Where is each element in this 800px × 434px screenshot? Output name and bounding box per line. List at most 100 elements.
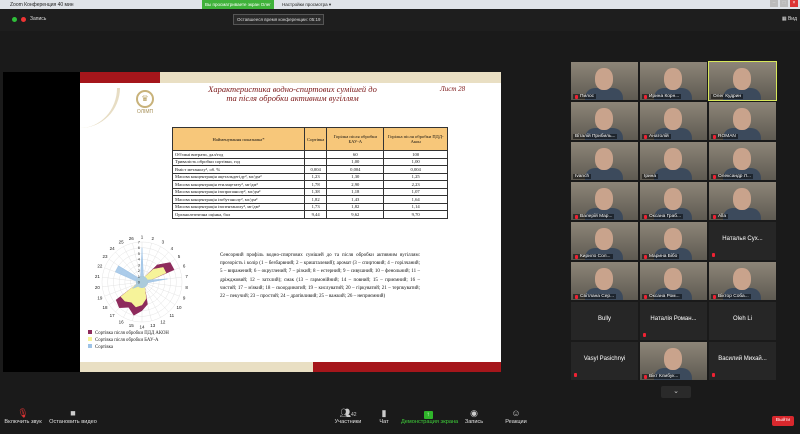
participant-name: Bully <box>597 316 611 322</box>
participant-tile[interactable]: Vasyl Pasichnyi <box>571 342 638 380</box>
participant-tile[interactable]: Ірина <box>640 142 707 180</box>
participant-tile[interactable]: Валерій Мар... <box>571 182 638 220</box>
muted-mic-icon <box>713 174 716 179</box>
minimize-button[interactable]: – <box>770 0 778 7</box>
maximize-button[interactable]: □ <box>780 0 788 7</box>
table-row: Масова концентрація ацетальдегіду², мг/д… <box>172 172 448 181</box>
time-remaining: Оставшееся время конференции: 05:19 <box>233 14 325 25</box>
table-row: Органолептична оцінка, бал 9,44 9,62 9,70 <box>172 210 448 219</box>
participant-tile[interactable]: Василий Михай... <box>709 342 776 380</box>
radar-axis-label: 15 <box>129 323 135 328</box>
participant-name: Ирина Корн... <box>649 94 680 99</box>
participant-name: Василий Михай... <box>718 356 767 362</box>
table-cell: 1,07 <box>383 187 448 196</box>
slide-title: Характеристика водно-спиртових сумішей д… <box>190 85 395 103</box>
participant-tile[interactable]: Анатолій <box>640 102 707 140</box>
muted-mic-icon <box>644 94 647 99</box>
next-page-button[interactable]: ⌄ <box>661 386 691 398</box>
radar-axis-label: 17 <box>110 313 116 318</box>
participant-name-tag: Віталій Прибиль... <box>573 134 618 139</box>
participant-tile[interactable]: Пилос <box>571 62 638 100</box>
participant-name: Валерій Мар... <box>580 214 613 219</box>
unmute-label: Включить звук <box>4 419 42 425</box>
participant-tile[interactable]: Віталій Прибиль... <box>571 102 638 140</box>
table-cell <box>303 150 328 159</box>
table-row: Масова концентрація ізопентанолу², мг/дм… <box>172 202 448 211</box>
muted-mic-icon <box>712 373 715 377</box>
participant-face <box>595 228 613 250</box>
participant-name-tag: Олександр Л... <box>711 174 753 179</box>
participant-tile[interactable]: Alla <box>709 182 776 220</box>
participant-tile[interactable]: Вікт Клибук... <box>640 342 707 380</box>
muted-mic-icon <box>713 214 716 219</box>
laurel-decoration <box>80 88 120 128</box>
radar-chart: 1 234567891011121314151617181920212223242… <box>95 235 189 330</box>
participant-tile[interactable]: Oleh Li <box>709 302 776 340</box>
participant-tile[interactable]: Оксана Граб... <box>640 182 707 220</box>
participant-tile[interactable]: Наталья Сух... <box>709 222 776 260</box>
participant-name-tag: Анатолій <box>642 134 671 139</box>
legend-label: Сортівка <box>95 345 114 350</box>
window-titlebar: Zoom Конференция 40 мин <box>0 0 800 9</box>
table-cell: 1,38 <box>303 187 328 196</box>
participant-name: Кирило Сол... <box>580 254 611 259</box>
muted-mic-icon: 🎙︎ <box>17 408 29 418</box>
muted-mic-icon <box>644 374 647 379</box>
participant-name-tag: Вікт Клибук... <box>642 374 681 379</box>
table-cell: Масова концентрація ацетальдегіду², мг/д… <box>172 172 305 181</box>
table-row: Масова концентрація етилацетату², мг/дм³… <box>172 180 448 189</box>
participant-name: Ivanch <box>575 174 590 179</box>
participant-tile[interactable]: Кирило Сол... <box>571 222 638 260</box>
radar-legend: Сортівка після обробки ПДД АКОН Сортівка… <box>88 330 169 351</box>
participant-tile[interactable]: Наталія Роман... <box>640 302 707 340</box>
muted-mic-icon <box>575 294 578 299</box>
muted-mic-icon <box>644 214 647 219</box>
table-cell: 1,23 <box>303 172 328 181</box>
participant-tile[interactable]: Ivanch <box>571 142 638 180</box>
viewing-banner: Вы просматриваете экран Олег Кудрин <box>202 0 274 16</box>
radar-axis-label: 5 <box>178 254 181 259</box>
close-button[interactable]: × <box>790 0 798 7</box>
participant-name-tag: Alla <box>711 214 728 219</box>
participant-name: Оксана Граб... <box>649 214 682 219</box>
view-options-button[interactable]: Настройки просмотра ▾ <box>282 0 331 9</box>
participant-tile[interactable]: ROMAN <box>709 102 776 140</box>
participant-tile[interactable]: Віктор Соба... <box>709 262 776 300</box>
participant-tile[interactable]: Bully <box>571 302 638 340</box>
participant-name: Олег Кудрин <box>713 94 742 99</box>
radar-axis-label: 20 <box>95 285 101 290</box>
table-cell: Масова концентрація ізопентанолу², мг/дм… <box>172 202 305 211</box>
participant-name: Оксана Ром... <box>649 294 680 299</box>
unmute-button[interactable]: 🎙︎ Включить звук <box>0 408 46 425</box>
table-cell: 60 <box>326 150 385 159</box>
participant-face <box>733 188 751 210</box>
table-cell: 1,82 <box>303 195 328 204</box>
participant-tile[interactable]: Ирина Корн... <box>640 62 707 100</box>
stop-video-button[interactable]: ■ Остановить видео <box>46 408 100 425</box>
table-cell: 0,004 <box>383 165 448 174</box>
radar-axis-label: 13 <box>150 323 156 328</box>
radar-axis-label: 10 <box>177 305 183 310</box>
table-cell: 1,82 <box>326 202 385 211</box>
participant-name-tag: Ирина Корн... <box>642 94 682 99</box>
muted-mic-icon <box>712 253 715 257</box>
participant-name: Вікт Клибук... <box>649 374 679 379</box>
participant-tile[interactable]: Оксана Ром... <box>640 262 707 300</box>
participant-face <box>664 348 682 370</box>
participant-name-tag: Валерій Мар... <box>573 214 615 219</box>
participant-tile[interactable]: Світлана Сер... <box>571 262 638 300</box>
participant-tile[interactable]: Марина Бібо <box>640 222 707 260</box>
participant-name-tag: Марина Бібо <box>642 254 680 259</box>
reactions-button[interactable]: ☺ Реакции <box>489 408 543 425</box>
muted-mic-icon <box>643 333 646 337</box>
participant-tile[interactable]: Олександр Л... <box>709 142 776 180</box>
participant-tile[interactable]: Олег Кудрин <box>708 61 777 101</box>
shield-icon[interactable] <box>12 16 17 22</box>
leave-button[interactable]: Выйти <box>772 416 794 426</box>
view-button[interactable]: ▦ Вид <box>782 16 797 22</box>
muted-mic-icon <box>575 94 578 99</box>
table-cell: 1,73 <box>303 202 328 211</box>
table-cell: Органолептична оцінка, бал <box>172 210 305 219</box>
radar-axis-label: 18 <box>102 305 108 310</box>
participant-name: Наталья Сух... <box>722 236 763 242</box>
